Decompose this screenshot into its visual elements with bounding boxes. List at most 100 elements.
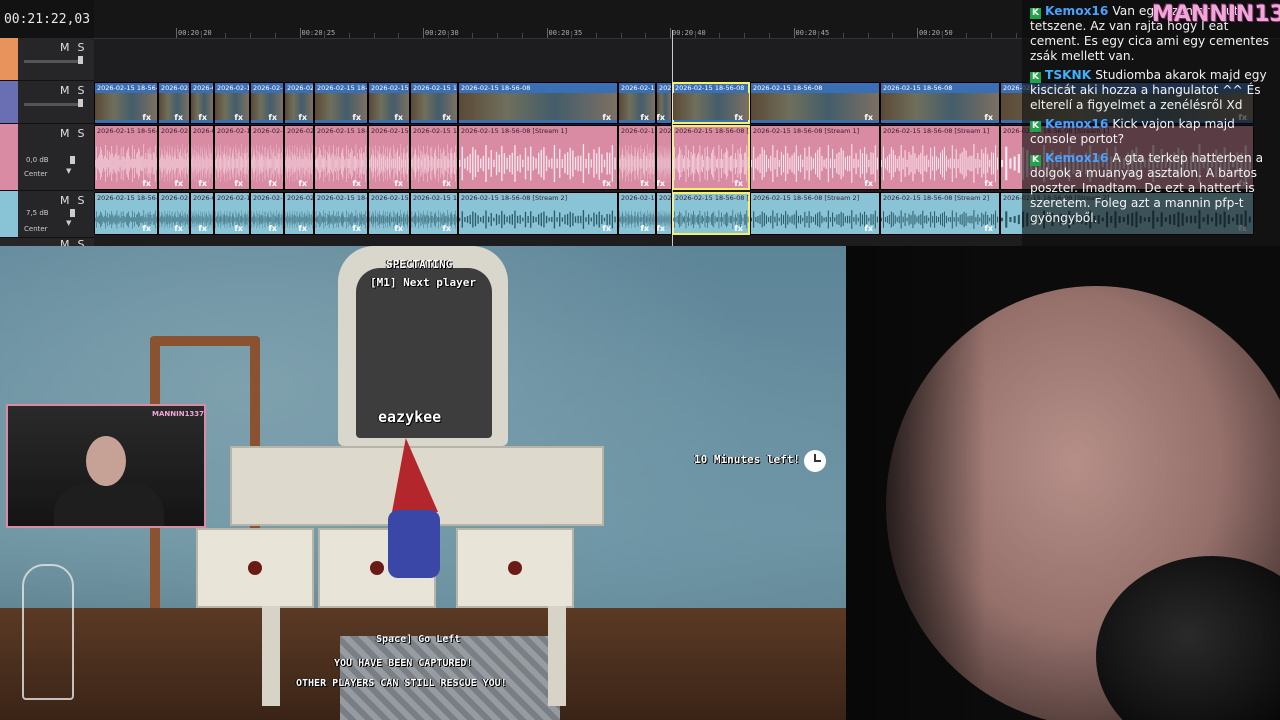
mute-solo[interactable]: MS — [60, 41, 92, 54]
fx-button[interactable]: fx — [268, 224, 277, 233]
timeline-clip[interactable]: 2026-02-15 18-56-08 [Stream 2] fx — [750, 192, 880, 235]
fx-button[interactable]: fx — [984, 113, 993, 122]
timeline-clip[interactable]: 2026-02-15 18-56-08 fx — [284, 82, 314, 124]
fx-button[interactable]: fx — [394, 224, 403, 233]
timeline-clip[interactable]: 2026-02-15 18-56-08 [Stream 1] fx — [158, 125, 190, 190]
fx-button[interactable]: fx — [352, 113, 361, 122]
fx-button[interactable]: fx — [352, 179, 361, 188]
timeline-clip[interactable]: 2026-02-15 18-56-08 fx — [214, 82, 250, 124]
timeline-clip[interactable]: 2026-02-15 18-56-08 [Stream 2] fx — [314, 192, 368, 235]
timeline-clip[interactable]: 2026-02-15 18-56-08 [Stream 2] fx — [880, 192, 1000, 235]
timeline-clip[interactable]: 2026-02-15 18-56-08 [Stream 1] fx — [672, 125, 750, 190]
timeline-clip[interactable]: 2026-02-15 18-56-08 fx — [880, 82, 1000, 124]
fx-button[interactable]: fx — [394, 179, 403, 188]
fx-button[interactable]: fx — [142, 179, 151, 188]
timeline-clip[interactable]: 2026-02-15 18-56-08 fx — [750, 82, 880, 124]
timeline-clip[interactable]: 2026-02-15 18-56-08 [Stream 1] fx — [94, 125, 158, 190]
timeline-clip[interactable]: 2026-02-15 18-56-08 [Stream 2] fx — [368, 192, 410, 235]
timeline-clip[interactable]: 2026-02-15 18-56-08 fx — [250, 82, 284, 124]
fx-button[interactable]: fx — [442, 113, 451, 122]
timeline-clip[interactable]: 2026-02-15 18-56-08 [Stream 2] fx — [94, 192, 158, 235]
fx-button[interactable]: fx — [174, 224, 183, 233]
timeline-clip[interactable]: 2026-02-15 18-56-08 [Stream 2] fx — [158, 192, 190, 235]
fx-button[interactable]: fx — [657, 224, 665, 233]
fx-button[interactable]: fx — [864, 224, 873, 233]
timeline-clip[interactable]: 2026-02-15 18-56-08 fx — [314, 82, 368, 124]
track-header-audio-2[interactable]: MS 7,5 dB Center ▼ — [0, 191, 94, 238]
mute-solo[interactable]: MS — [60, 194, 92, 207]
fx-button[interactable]: fx — [734, 113, 743, 122]
fx-button[interactable]: fx — [984, 179, 993, 188]
fx-button[interactable]: fx — [640, 224, 649, 233]
playhead[interactable] — [672, 30, 673, 246]
fx-button[interactable]: fx — [268, 179, 277, 188]
fx-button[interactable]: fx — [268, 113, 277, 122]
track-header-5[interactable]: MS — [0, 238, 94, 246]
fx-button[interactable]: fx — [640, 113, 649, 122]
fx-button[interactable]: fx — [394, 113, 403, 122]
fx-button[interactable]: fx — [602, 179, 611, 188]
timeline-clip[interactable]: 2026-02-15 18-56-08 fx — [618, 82, 656, 124]
mute-solo[interactable]: MS — [60, 127, 92, 140]
timeline-clip[interactable]: 2026-02-15 18-56-08 [Stream 1] fx — [314, 125, 368, 190]
fx-button[interactable]: fx — [298, 113, 307, 122]
timeline-clip[interactable]: 2026-02-15 18-56-08 fx — [458, 82, 618, 124]
timeline-clip[interactable]: 2026-02-15 18-56-08 [Stream 2] fx — [214, 192, 250, 235]
timeline-clip[interactable]: 2026-02-15 18-56-08 [Stream 1] fx — [410, 125, 458, 190]
timeline-clip[interactable]: 2026-02-15 18-56-08 [Stream 1] fx — [618, 125, 656, 190]
timeline-clip[interactable]: 2026-02-15 18-56-08 [Stream 1] fx — [750, 125, 880, 190]
fx-button[interactable]: fx — [198, 113, 207, 122]
timeline-clip[interactable]: 2026-02-15 18-56-08 [Stream 2] fx — [656, 192, 672, 235]
timeline-clip[interactable]: 2026-02-15 18-56-08 [Stream 1] fx — [250, 125, 284, 190]
timeline-clip[interactable]: 2026-02-15 18-56-08 [Stream 1] fx — [190, 125, 214, 190]
fx-button[interactable]: fx — [142, 224, 151, 233]
fx-button[interactable]: fx — [602, 113, 611, 122]
timeline-clip[interactable]: 2026-02-15 18-56-08 fx — [656, 82, 672, 124]
timeline-clip[interactable]: 2026-02-15 18-56-08 [Stream 2] fx — [250, 192, 284, 235]
timeline-clip[interactable]: 2026-02-15 18-56-08 [Stream 2] fx — [618, 192, 656, 235]
fx-button[interactable]: fx — [234, 113, 243, 122]
fx-button[interactable]: fx — [657, 113, 665, 122]
timeline-clip[interactable]: 2026-02-15 18-56-08 fx — [94, 82, 158, 124]
timeline-clip[interactable]: 2026-02-15 18-56-08 [Stream 2] fx — [284, 192, 314, 235]
fx-button[interactable]: fx — [198, 224, 207, 233]
fx-button[interactable]: fx — [298, 224, 307, 233]
pan-dropdown-icon[interactable]: ▼ — [66, 219, 71, 227]
timeline-clip[interactable]: 2026-02-15 18-56-08 fx — [158, 82, 190, 124]
timeline-clip[interactable]: 2026-02-15 18-56-08 [Stream 2] fx — [672, 192, 750, 235]
timeline-clip[interactable]: 2026-02-15 18-56-08 [Stream 1] fx — [214, 125, 250, 190]
timeline-clip[interactable]: 2026-02-15 18-56-08 [Stream 2] fx — [410, 192, 458, 235]
timeline-clip[interactable]: 2026-02-15 18-56-08 [Stream 2] fx — [458, 192, 618, 235]
fx-button[interactable]: fx — [234, 179, 243, 188]
fx-button[interactable]: fx — [298, 179, 307, 188]
timeline-clip[interactable]: 2026-02-15 18-56-08 [Stream 1] fx — [284, 125, 314, 190]
fx-button[interactable]: fx — [657, 179, 665, 188]
fx-button[interactable]: fx — [442, 224, 451, 233]
timeline-clip[interactable]: 2026-02-15 18-56-08 [Stream 1] fx — [458, 125, 618, 190]
timeline-clip[interactable]: 2026-02-15 18-56-08 [Stream 1] fx — [880, 125, 1000, 190]
mute-solo[interactable]: MS — [60, 84, 92, 97]
track-header-video-2[interactable]: MS — [0, 81, 94, 124]
fx-button[interactable]: fx — [602, 224, 611, 233]
fx-button[interactable]: fx — [174, 179, 183, 188]
track-header-audio-1[interactable]: MS 0,0 dB Center ▼ — [0, 124, 94, 191]
fx-button[interactable]: fx — [142, 113, 151, 122]
fx-button[interactable]: fx — [864, 113, 873, 122]
fx-button[interactable]: fx — [174, 113, 183, 122]
timeline-clip[interactable]: 2026-02-15 18-56-08 [Stream 1] fx — [656, 125, 672, 190]
fx-button[interactable]: fx — [734, 179, 743, 188]
timeline-clip[interactable]: 2026-02-15 18-56-08 fx — [368, 82, 410, 124]
timeline-clip[interactable]: 2026-02-15 18-56-08 [Stream 1] fx — [368, 125, 410, 190]
fx-button[interactable]: fx — [442, 179, 451, 188]
timeline-clip[interactable]: 2026-02-15 18-56-08 fx — [672, 82, 750, 124]
pan-dropdown-icon[interactable]: ▼ — [66, 167, 71, 175]
timeline-clip[interactable]: 2026-02-15 18-56-08 fx — [410, 82, 458, 124]
fx-button[interactable]: fx — [198, 179, 207, 188]
fx-button[interactable]: fx — [640, 179, 649, 188]
timeline-clip[interactable]: 2026-02-15 18-56-08 fx — [190, 82, 214, 124]
track-header-video-1[interactable]: MS — [0, 38, 94, 81]
timeline-clip[interactable]: 2026-02-15 18-56-08 [Stream 2] fx — [190, 192, 214, 235]
fx-button[interactable]: fx — [864, 179, 873, 188]
fx-button[interactable]: fx — [234, 224, 243, 233]
fx-button[interactable]: fx — [352, 224, 361, 233]
